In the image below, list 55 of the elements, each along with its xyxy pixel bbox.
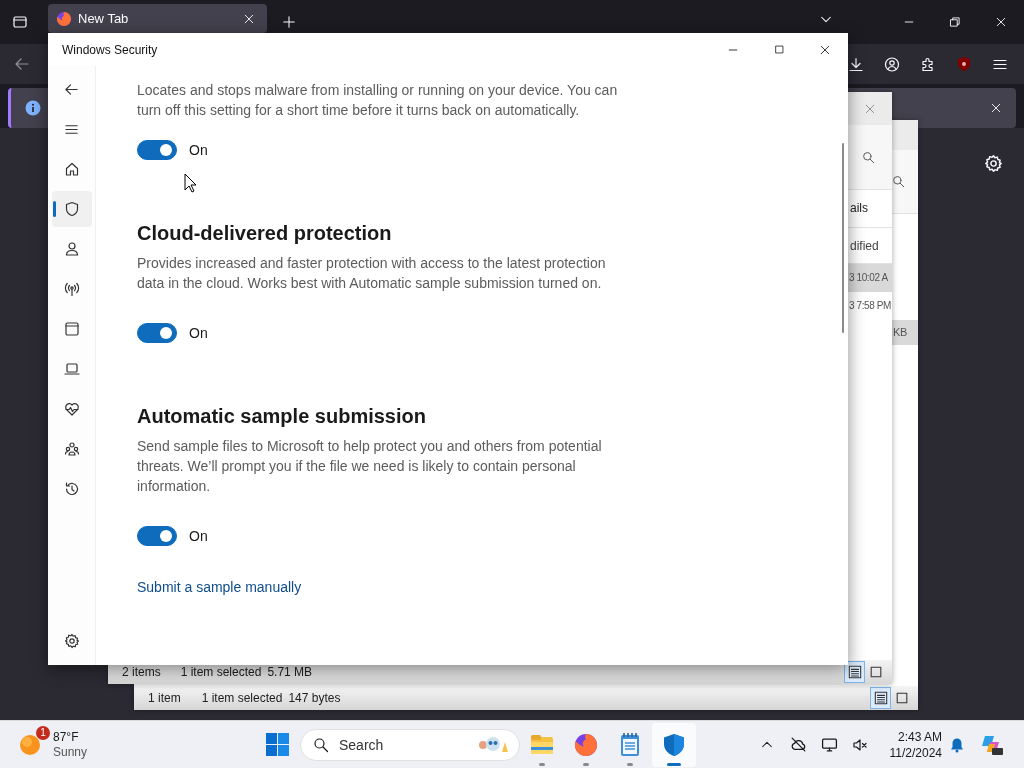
browser-tab[interactable]: New Tab [48,4,267,33]
history-icon [63,481,80,497]
section-description: Locates and stops malware from installing or running on your device. You can turn off this setting for a short time before it turns back on automatically. [137,81,619,120]
notification-badge: 1 [36,725,50,740]
status-text: 2 items [122,665,161,679]
link[interactable]: Submit a sample manually [137,577,302,597]
device-icon [63,361,80,377]
sidebar-icon[interactable] [12,14,28,30]
section-description: Provides increased and faster protection with access to the latest protection data in the cloud. Works best with Automatic sample submission turned on. [137,254,607,293]
toggle-switch[interactable] [137,526,177,546]
status-text: 1 item selected [201,691,283,705]
family-icon [63,441,80,457]
browser-logo-icon [56,10,72,27]
status-text: 5.71 MB [267,665,313,679]
table-cell[interactable]: 3 10:02 A [848,264,892,292]
shield-icon [661,731,687,758]
toggle-label: On [189,528,208,544]
status-text: 1 item selected [180,665,262,679]
table-cell[interactable]: 3 7:58 PM [848,292,892,320]
search-field[interactable]: Search [300,728,520,761]
info-icon [25,100,41,116]
toggle-switch[interactable] [137,140,177,160]
cursor-icon [184,173,198,193]
table-cell[interactable]: KB [892,320,918,345]
details-view-icon[interactable] [870,687,891,709]
status-text: 1 item [148,691,181,705]
shield-icon [63,201,80,217]
weather-temperature: 87°F [53,729,80,745]
nav-item[interactable] [51,191,92,227]
section-heading: Automatic sample submission [137,404,427,429]
toggle-label: On [189,325,208,341]
search-icon [313,736,329,753]
taskbar-app[interactable] [652,722,696,767]
window-title: Windows Security [61,42,158,57]
browser-icon [573,731,599,758]
home-icon [63,161,80,177]
sun-icon [18,732,42,757]
weather-condition: Sunny [53,744,88,760]
search-icon[interactable] [892,175,905,188]
start-icon[interactable] [265,733,289,756]
settings-icon[interactable] [984,154,1003,173]
details-view-icon[interactable] [844,661,865,683]
app-browser-icon [63,321,80,337]
toggle-switch[interactable] [137,323,177,343]
section-description: Send sample files to Microsoft to help protect you and others from potential threats. We’ll prompt you if the file we need is likely to contain personal information. [137,437,603,496]
search-icon[interactable] [862,150,875,164]
account-icon [63,241,80,257]
clock[interactable]: 2:43 AM 11/2/2024 [882,728,942,761]
toggle-label: On [189,142,208,158]
section-heading: Cloud-delivered protection [137,221,393,246]
health-icon [63,401,80,417]
status-text: 147 bytes [288,691,341,705]
shield-extension-icon[interactable] [956,56,972,72]
wireless-icon [63,281,80,297]
scrollbar[interactable] [842,143,844,333]
